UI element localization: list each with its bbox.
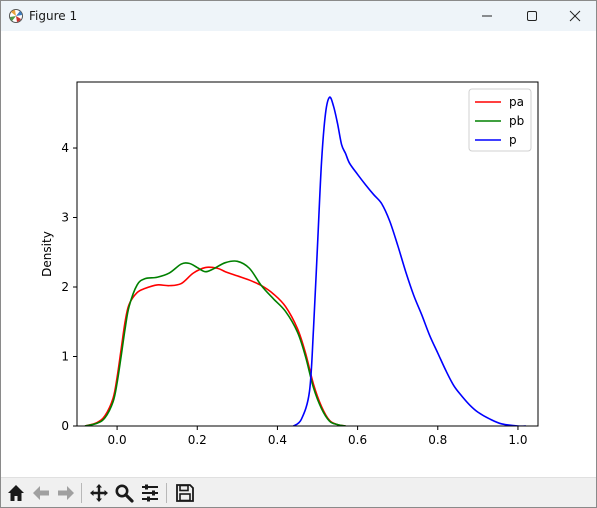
legend-label-pb: pb <box>509 114 524 128</box>
toolbar-separator <box>81 483 82 503</box>
minimize-icon <box>482 15 492 17</box>
x-tick-label: 0.2 <box>188 433 207 447</box>
density-plot: 0.0 0.2 0.4 0.6 0.8 1.0 0 1 2 3 4 Density pa pb p <box>40 81 539 447</box>
configure-subplots-button[interactable] <box>138 481 162 505</box>
y-tick-label: 4 <box>61 141 69 155</box>
navigation-toolbar <box>1 477 596 507</box>
y-axis-label: Density <box>40 231 54 277</box>
home-icon <box>8 485 24 501</box>
x-tick-label: 0.8 <box>428 433 447 447</box>
back-icon <box>33 486 49 500</box>
close-button[interactable] <box>552 1 596 31</box>
y-tick-label: 1 <box>61 350 69 364</box>
x-tick-label: 0.6 <box>348 433 367 447</box>
y-tick-label: 2 <box>61 280 69 294</box>
y-tick-label: 3 <box>61 211 69 225</box>
toolbar-separator <box>166 483 167 503</box>
legend-label-p: p <box>509 133 517 147</box>
configure-subplots-icon <box>142 484 158 502</box>
x-tick-label: 1.0 <box>508 433 527 447</box>
matplotlib-logo-icon <box>9 9 23 23</box>
series-line-pa <box>84 266 346 426</box>
pan-button[interactable] <box>87 481 111 505</box>
close-icon <box>569 10 581 22</box>
series-line-pb <box>84 260 346 426</box>
minimize-button[interactable] <box>464 1 510 31</box>
pan-icon <box>90 484 108 502</box>
forward-icon <box>58 486 74 500</box>
maximize-icon <box>527 11 537 21</box>
forward-button[interactable] <box>54 481 78 505</box>
back-button[interactable] <box>29 481 53 505</box>
zoom-icon <box>115 484 134 503</box>
figure-canvas[interactable]: 0.0 0.2 0.4 0.6 0.8 1.0 0 1 2 3 4 Density pa pb p <box>1 31 596 475</box>
x-tick-label: 0.0 <box>108 433 127 447</box>
maximize-button[interactable] <box>509 1 555 31</box>
legend-label-pa: pa <box>509 95 524 109</box>
y-tick-label: 0 <box>61 419 69 433</box>
figure-window: Figure 1 0.0 0.2 0.4 0.6 0.8 1.0 0 1 2 3 4 Density p… <box>0 0 597 508</box>
title-bar: Figure 1 <box>1 1 596 31</box>
save-button[interactable] <box>173 481 197 505</box>
save-icon <box>176 484 194 502</box>
home-button[interactable] <box>4 481 28 505</box>
zoom-button[interactable] <box>112 481 136 505</box>
window-title: Figure 1 <box>29 9 78 23</box>
x-tick-label: 0.4 <box>268 433 287 447</box>
